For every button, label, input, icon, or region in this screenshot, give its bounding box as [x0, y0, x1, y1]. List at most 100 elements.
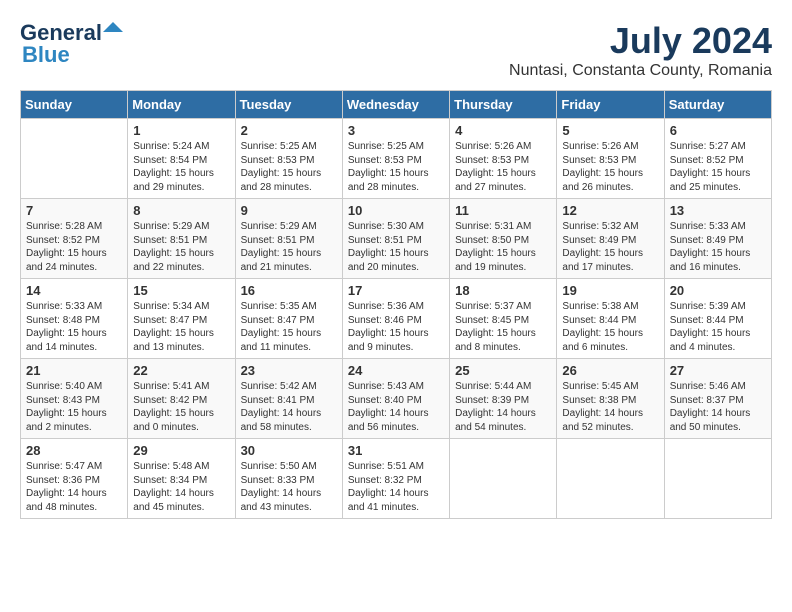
day-info: Sunrise: 5:34 AM Sunset: 8:47 PM Dayligh… — [133, 300, 229, 354]
table-row: 22 Sunrise: 5:41 AM Sunset: 8:42 PM Dayli… — [128, 359, 235, 439]
header-friday: Friday — [557, 91, 664, 119]
table-row: 19Sunrise: 5:38 AM Sunset: 8:44 PM Dayli… — [557, 279, 664, 359]
day-info: Sunrise: 5:43 AM Sunset: 8:40 PM Dayligh… — [348, 380, 444, 434]
day-number: 19 — [562, 283, 658, 298]
title-section: July 2024 Nuntasi, Constanta County, Rom… — [509, 20, 772, 80]
day-info: Sunrise: 5:39 AM Sunset: 8:44 PM Dayligh… — [670, 300, 766, 354]
table-row: 17 Sunrise: 5:36 AM Sunset: 8:46 PM Dayli… — [342, 279, 449, 359]
header-sunday: Sunday — [21, 91, 128, 119]
day-info: Sunrise: 5:41 AM Sunset: 8:42 PM Dayligh… — [133, 380, 229, 434]
day-number: 16 — [241, 283, 337, 298]
calendar-week-row: 21Sunrise: 5:40 AM Sunset: 8:43 PM Dayli… — [21, 359, 772, 439]
day-info: Sunrise: 5:47 AM Sunset: 8:36 PM Dayligh… — [26, 460, 122, 514]
day-number: 30 — [241, 443, 337, 458]
table-row: 6 Sunrise: 5:27 AM Sunset: 8:52 PM Daylig… — [664, 119, 771, 199]
day-info: Sunrise: 5:36 AM Sunset: 8:46 PM Dayligh… — [348, 300, 444, 354]
day-info: Sunrise: 5:35 AM Sunset: 8:47 PM Dayligh… — [241, 300, 337, 354]
table-row: 27 Sunrise: 5:46 AM Sunset: 8:37 PM Dayli… — [664, 359, 771, 439]
month-title: July 2024 — [509, 20, 772, 62]
table-row: 20 Sunrise: 5:39 AM Sunset: 8:44 PM Dayli… — [664, 279, 771, 359]
day-number: 8 — [133, 203, 229, 218]
table-row: 2 Sunrise: 5:25 AM Sunset: 8:53 PM Daylig… — [235, 119, 342, 199]
table-row: 9Sunrise: 5:29 AM Sunset: 8:51 PM Daylig… — [235, 199, 342, 279]
page-header: General Blue July 2024 Nuntasi, Constant… — [20, 20, 772, 80]
calendar-header-row: Sunday Monday Tuesday Wednesday Thursday… — [21, 91, 772, 119]
day-info: Sunrise: 5:33 AM Sunset: 8:48 PM Dayligh… — [26, 300, 122, 354]
day-info: Sunrise: 5:32 AM Sunset: 8:49 PM Dayligh… — [562, 220, 658, 274]
day-number: 17 — [348, 283, 444, 298]
day-number: 6 — [670, 123, 766, 138]
table-row: 11 Sunrise: 5:31 AM Sunset: 8:50 PM Dayli… — [450, 199, 557, 279]
day-info: Sunrise: 5:33 AM Sunset: 8:49 PM Dayligh… — [670, 220, 766, 274]
table-row: 12Sunrise: 5:32 AM Sunset: 8:49 PM Dayli… — [557, 199, 664, 279]
calendar-week-row: 7Sunrise: 5:28 AM Sunset: 8:52 PM Daylig… — [21, 199, 772, 279]
day-info: Sunrise: 5:42 AM Sunset: 8:41 PM Dayligh… — [241, 380, 337, 434]
table-row: 3 Sunrise: 5:25 AM Sunset: 8:53 PM Daylig… — [342, 119, 449, 199]
table-row: 18 Sunrise: 5:37 AM Sunset: 8:45 PM Dayli… — [450, 279, 557, 359]
table-row — [21, 119, 128, 199]
day-number: 5 — [562, 123, 658, 138]
day-info: Sunrise: 5:24 AM Sunset: 8:54 PM Dayligh… — [133, 140, 229, 194]
table-row: 1Sunrise: 5:24 AM Sunset: 8:54 PM Daylig… — [128, 119, 235, 199]
calendar-table: Sunday Monday Tuesday Wednesday Thursday… — [20, 90, 772, 519]
day-info: Sunrise: 5:46 AM Sunset: 8:37 PM Dayligh… — [670, 380, 766, 434]
day-number: 10 — [348, 203, 444, 218]
day-number: 23 — [241, 363, 337, 378]
day-number: 11 — [455, 203, 551, 218]
table-row: 24 Sunrise: 5:43 AM Sunset: 8:40 PM Dayli… — [342, 359, 449, 439]
table-row: 10 Sunrise: 5:30 AM Sunset: 8:51 PM Dayli… — [342, 199, 449, 279]
day-info: Sunrise: 5:29 AM Sunset: 8:51 PM Dayligh… — [133, 220, 229, 274]
day-info: Sunrise: 5:29 AM Sunset: 8:51 PM Dayligh… — [241, 220, 337, 274]
location-title: Nuntasi, Constanta County, Romania — [509, 62, 772, 80]
day-info: Sunrise: 5:30 AM Sunset: 8:51 PM Dayligh… — [348, 220, 444, 274]
logo-triangle-icon — [103, 22, 123, 42]
day-info: Sunrise: 5:26 AM Sunset: 8:53 PM Dayligh… — [562, 140, 658, 194]
day-number: 14 — [26, 283, 122, 298]
calendar-week-row: 1Sunrise: 5:24 AM Sunset: 8:54 PM Daylig… — [21, 119, 772, 199]
table-row: 21Sunrise: 5:40 AM Sunset: 8:43 PM Dayli… — [21, 359, 128, 439]
table-row: 30 Sunrise: 5:50 AM Sunset: 8:33 PM Dayli… — [235, 439, 342, 519]
day-info: Sunrise: 5:26 AM Sunset: 8:53 PM Dayligh… — [455, 140, 551, 194]
logo: General Blue — [20, 20, 123, 68]
day-number: 29 — [133, 443, 229, 458]
table-row — [664, 439, 771, 519]
day-info: Sunrise: 5:50 AM Sunset: 8:33 PM Dayligh… — [241, 460, 337, 514]
day-number: 27 — [670, 363, 766, 378]
header-tuesday: Tuesday — [235, 91, 342, 119]
table-row: 4 Sunrise: 5:26 AM Sunset: 8:53 PM Daylig… — [450, 119, 557, 199]
table-row: 25 Sunrise: 5:44 AM Sunset: 8:39 PM Dayli… — [450, 359, 557, 439]
day-info: Sunrise: 5:48 AM Sunset: 8:34 PM Dayligh… — [133, 460, 229, 514]
day-info: Sunrise: 5:51 AM Sunset: 8:32 PM Dayligh… — [348, 460, 444, 514]
day-number: 25 — [455, 363, 551, 378]
day-info: Sunrise: 5:25 AM Sunset: 8:53 PM Dayligh… — [348, 140, 444, 194]
day-number: 22 — [133, 363, 229, 378]
day-info: Sunrise: 5:37 AM Sunset: 8:45 PM Dayligh… — [455, 300, 551, 354]
day-number: 20 — [670, 283, 766, 298]
day-number: 3 — [348, 123, 444, 138]
day-number: 24 — [348, 363, 444, 378]
day-number: 13 — [670, 203, 766, 218]
day-info: Sunrise: 5:45 AM Sunset: 8:38 PM Dayligh… — [562, 380, 658, 434]
table-row: 5 Sunrise: 5:26 AM Sunset: 8:53 PM Daylig… — [557, 119, 664, 199]
day-number: 18 — [455, 283, 551, 298]
table-row: 15Sunrise: 5:34 AM Sunset: 8:47 PM Dayli… — [128, 279, 235, 359]
table-row: 26 Sunrise: 5:45 AM Sunset: 8:38 PM Dayli… — [557, 359, 664, 439]
logo-blue: Blue — [22, 42, 70, 68]
day-number: 26 — [562, 363, 658, 378]
day-info: Sunrise: 5:31 AM Sunset: 8:50 PM Dayligh… — [455, 220, 551, 274]
day-number: 2 — [241, 123, 337, 138]
table-row: 23 Sunrise: 5:42 AM Sunset: 8:41 PM Dayli… — [235, 359, 342, 439]
table-row: 31Sunrise: 5:51 AM Sunset: 8:32 PM Dayli… — [342, 439, 449, 519]
day-number: 28 — [26, 443, 122, 458]
day-number: 4 — [455, 123, 551, 138]
header-wednesday: Wednesday — [342, 91, 449, 119]
table-row: 14 Sunrise: 5:33 AM Sunset: 8:48 PM Dayli… — [21, 279, 128, 359]
table-row — [450, 439, 557, 519]
day-info: Sunrise: 5:25 AM Sunset: 8:53 PM Dayligh… — [241, 140, 337, 194]
header-thursday: Thursday — [450, 91, 557, 119]
day-number: 7 — [26, 203, 122, 218]
day-info: Sunrise: 5:40 AM Sunset: 8:43 PM Dayligh… — [26, 380, 122, 434]
day-info: Sunrise: 5:44 AM Sunset: 8:39 PM Dayligh… — [455, 380, 551, 434]
day-info: Sunrise: 5:27 AM Sunset: 8:52 PM Dayligh… — [670, 140, 766, 194]
header-saturday: Saturday — [664, 91, 771, 119]
